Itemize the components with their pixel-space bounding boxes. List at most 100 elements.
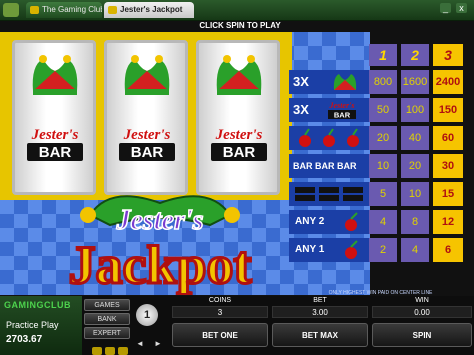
bet-value: 3.00 bbox=[272, 306, 368, 318]
coin-decrease-arrow-icon[interactable]: ◄ bbox=[134, 338, 146, 350]
control-panel: GAMINGCLUB Practice Play 2703.67 GAMES B… bbox=[0, 296, 474, 355]
payout-3: 60 bbox=[433, 126, 463, 150]
payout-2: 100 bbox=[401, 98, 429, 122]
tab-gaming-club[interactable]: The Gaming Club bbox=[26, 2, 102, 18]
bet-max-button[interactable]: BET MAX bbox=[272, 323, 368, 347]
paytable-header-3: 3 bbox=[433, 44, 463, 66]
jester-hat-icon bbox=[216, 55, 262, 95]
games-button[interactable]: GAMES bbox=[84, 299, 130, 311]
payout-1: 4 bbox=[369, 210, 397, 234]
jesters-bar-icon: Jester's BAR bbox=[211, 127, 267, 161]
coin-increase-arrow-icon[interactable]: ► bbox=[152, 338, 164, 350]
svg-text:Jester's: Jester's bbox=[31, 127, 79, 143]
svg-text:BAR: BAR bbox=[39, 144, 72, 161]
win-label: WIN bbox=[415, 297, 429, 304]
tab-label: The Gaming Club bbox=[42, 5, 102, 14]
any-1-label: ANY 1 bbox=[295, 244, 325, 255]
jester-hat-icon bbox=[124, 55, 170, 95]
spin-button[interactable]: SPIN bbox=[372, 323, 472, 347]
paytable-symbol: BAR BAR BAR bbox=[289, 154, 369, 178]
payout-2: 10 bbox=[401, 182, 429, 206]
payout-3: 15 bbox=[433, 182, 463, 206]
paytable: 1 2 3 3X 800 1600 2400 3X Jester's BAR 5… bbox=[287, 40, 474, 290]
svg-text:BAR: BAR bbox=[131, 144, 164, 161]
payout-2: 8 bbox=[401, 210, 429, 234]
coin-value-selector[interactable]: 1 bbox=[136, 304, 158, 326]
tab-label: Jester's Jackpot bbox=[120, 5, 183, 14]
gaming-club-logo: GAMINGCLUB bbox=[4, 300, 71, 310]
logo-line-1: Jester's bbox=[115, 205, 203, 236]
payout-2: 20 bbox=[401, 154, 429, 178]
coins-label: COINS bbox=[208, 297, 232, 304]
coins-value: 3 bbox=[172, 306, 268, 318]
paytable-header-1: 1 bbox=[369, 44, 397, 66]
jesters-jackpot-logo: Jester's Jackpot bbox=[67, 195, 253, 295]
paytable-row: ANY 2 4 8 12 bbox=[287, 208, 474, 236]
payout-2: 1600 bbox=[401, 70, 429, 94]
svg-text:Jester's: Jester's bbox=[329, 101, 355, 110]
multiplier-label: 3X bbox=[293, 74, 309, 89]
paytable-symbol bbox=[289, 182, 369, 206]
svg-text:Jester's: Jester's bbox=[215, 127, 263, 143]
svg-text:BAR: BAR bbox=[334, 111, 351, 120]
paytable-symbol: ANY 2 bbox=[289, 210, 369, 234]
settings-icon[interactable] bbox=[118, 347, 128, 355]
payout-1: 2 bbox=[369, 238, 397, 262]
bank-button[interactable]: BANK bbox=[84, 313, 130, 325]
paytable-symbol bbox=[289, 126, 369, 150]
gaming-club-panel: GAMINGCLUB Practice Play 2703.67 bbox=[0, 296, 82, 355]
any-2-label: ANY 2 bbox=[295, 216, 325, 227]
reel-1: Jester's BAR bbox=[12, 40, 96, 195]
balance-value: 2703.67 bbox=[6, 334, 43, 345]
help-icon[interactable] bbox=[92, 347, 102, 355]
game-favicon-icon bbox=[108, 6, 117, 14]
any-bar-icon bbox=[295, 187, 363, 201]
paytable-row: 3X 800 1600 2400 bbox=[287, 68, 474, 96]
payout-3: 30 bbox=[433, 154, 463, 178]
gaming-club-favicon-icon bbox=[30, 6, 39, 14]
bet-label: BET bbox=[313, 297, 327, 304]
minimize-button[interactable]: _ bbox=[440, 3, 451, 13]
payout-1: 50 bbox=[369, 98, 397, 122]
tab-jesters-jackpot[interactable]: Jester's Jackpot bbox=[104, 2, 194, 18]
payout-3: 150 bbox=[433, 98, 463, 122]
reel-3: Jester's BAR bbox=[196, 40, 280, 195]
utility-icons bbox=[92, 342, 132, 355]
reel-2: Jester's BAR bbox=[104, 40, 188, 195]
sound-icon[interactable] bbox=[105, 347, 115, 355]
bar-bar-bar-label: BAR BAR BAR bbox=[293, 161, 357, 171]
paytable-row: 3X Jester's BAR 50 100 150 bbox=[287, 96, 474, 124]
paytable-row: 5 10 15 bbox=[287, 180, 474, 208]
paytable-symbol: 3X bbox=[289, 70, 369, 94]
expert-button[interactable]: EXPERT bbox=[84, 327, 130, 339]
play-mode-label: Practice Play bbox=[6, 320, 59, 330]
payout-2: 40 bbox=[401, 126, 429, 150]
menu-icon[interactable] bbox=[3, 3, 19, 17]
game-window: The Gaming Club Jester's Jackpot _ x CLI… bbox=[0, 0, 474, 355]
reel-frame: Jester's BAR Jester's BAR Jester's BAR bbox=[0, 32, 292, 200]
status-message: CLICK SPIN TO PLAY bbox=[199, 21, 281, 30]
payout-1: 5 bbox=[369, 182, 397, 206]
jesters-bar-icon: Jester's BAR bbox=[27, 127, 83, 161]
payout-1: 800 bbox=[369, 70, 397, 94]
jesters-bar-icon: Jester's BAR bbox=[328, 101, 356, 120]
payout-3: 12 bbox=[433, 210, 463, 234]
cherry-icon bbox=[345, 240, 358, 259]
paytable-symbol: 3X Jester's BAR bbox=[289, 98, 369, 122]
jester-hat-icon bbox=[333, 74, 357, 90]
paytable-header-2: 2 bbox=[401, 44, 429, 66]
jesters-bar-icon: Jester's BAR bbox=[119, 127, 175, 161]
jester-hat-icon bbox=[32, 55, 78, 95]
cherries-icon bbox=[299, 128, 359, 147]
payout-2: 4 bbox=[401, 238, 429, 262]
svg-text:BAR: BAR bbox=[223, 144, 256, 161]
paytable-symbol: ANY 1 bbox=[289, 238, 369, 262]
logo-line-2: Jackpot bbox=[68, 235, 251, 295]
svg-text:Jester's: Jester's bbox=[123, 127, 171, 143]
bet-one-button[interactable]: BET ONE bbox=[172, 323, 268, 347]
payout-3: 2400 bbox=[433, 70, 463, 94]
paytable-row: ANY 1 2 4 6 bbox=[287, 236, 474, 264]
payout-1: 20 bbox=[369, 126, 397, 150]
payout-1: 10 bbox=[369, 154, 397, 178]
close-button[interactable]: x bbox=[456, 3, 467, 13]
